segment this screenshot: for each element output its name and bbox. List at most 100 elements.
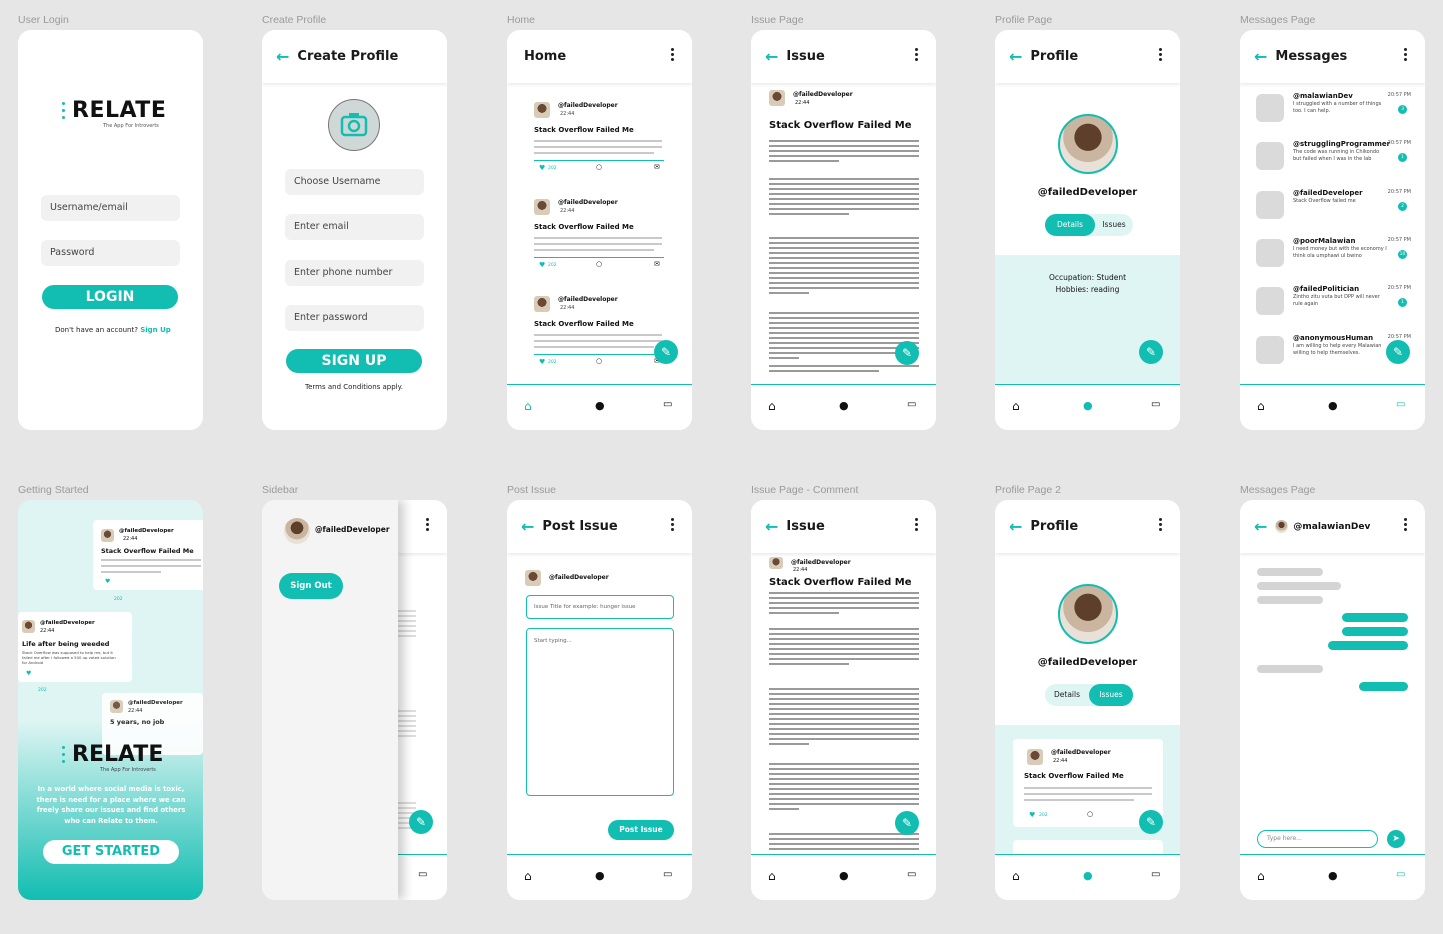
tab-details[interactable]: Details — [1045, 684, 1089, 706]
page-title: Post Issue — [542, 519, 618, 534]
profile-icon[interactable]: ● — [1083, 399, 1093, 412]
incoming-message — [1257, 568, 1323, 576]
back-arrow-icon[interactable]: ← — [1009, 48, 1022, 65]
profile-icon[interactable]: ● — [839, 869, 849, 882]
post-card[interactable]: @failedDeveloper 22:44 Stack Overflow Fa… — [534, 197, 664, 273]
send-icon[interactable]: ➤ — [1387, 830, 1405, 848]
home-icon[interactable]: ⌂ — [1012, 399, 1020, 413]
heart-icon[interactable]: ♥ — [539, 164, 545, 172]
comment-icon[interactable]: ○ — [596, 357, 602, 365]
post-user: @failedDeveloper — [40, 620, 95, 626]
header: ← Profile — [995, 30, 1180, 83]
more-icon[interactable] — [1159, 518, 1162, 532]
profile-icon[interactable]: ● — [595, 869, 605, 882]
home-icon[interactable]: ⌂ — [768, 399, 776, 413]
profile-icon[interactable]: ● — [595, 399, 605, 412]
heart-icon[interactable]: ♥ — [539, 358, 545, 366]
message-thread[interactable]: @malawianDev 20:57 PM I struggled with a n… — [1256, 92, 1411, 132]
more-icon[interactable] — [426, 518, 429, 533]
more-icon[interactable] — [915, 48, 918, 62]
username-field[interactable]: Choose Username — [285, 169, 424, 195]
post-card[interactable]: @failedDeveloper 22:44 Stack Overflow Fa… — [534, 100, 664, 176]
email-field[interactable]: Enter email — [285, 214, 424, 240]
edit-fab-icon[interactable]: ✎ — [409, 810, 433, 834]
messages-icon[interactable]: ▭ — [1151, 869, 1160, 880]
back-arrow-icon[interactable]: ← — [765, 518, 778, 535]
messages-icon[interactable]: ▭ — [907, 869, 916, 880]
messages-icon[interactable]: ▭ — [1396, 399, 1405, 410]
camera-icon — [340, 113, 368, 137]
camera-upload[interactable] — [328, 99, 380, 151]
signup-link[interactable]: Sign Up — [140, 326, 171, 334]
get-started-button[interactable]: GET STARTED — [43, 840, 179, 864]
messages-icon[interactable]: ▭ — [418, 869, 427, 880]
post-issue-button[interactable]: Post Issue — [608, 820, 674, 840]
more-icon[interactable] — [1404, 518, 1407, 532]
heart-icon[interactable]: ♥ — [539, 261, 545, 269]
back-arrow-icon[interactable]: ← — [1009, 518, 1022, 535]
profile-icon[interactable]: ● — [1328, 869, 1338, 882]
signup-button[interactable]: SIGN UP — [286, 349, 422, 373]
back-arrow-icon[interactable]: ← — [276, 48, 289, 65]
message-thread[interactable]: @poorMalawian 20:57 PM I need money but wi… — [1256, 237, 1411, 277]
message-icon[interactable]: ✉ — [654, 163, 660, 171]
tab-issues[interactable]: Issues — [1095, 214, 1133, 236]
login-button[interactable]: LOGIN — [42, 285, 178, 309]
home-icon[interactable]: ⌂ — [524, 869, 532, 883]
edit-fab-icon[interactable]: ✎ — [1139, 810, 1163, 834]
home-icon[interactable]: ⌂ — [524, 399, 532, 413]
messages-icon[interactable]: ▭ — [907, 399, 916, 410]
message-thread[interactable]: @failedPolitician 20:57 PM Zintho zitu vut… — [1256, 285, 1411, 325]
message-icon[interactable]: ✉ — [654, 260, 660, 268]
back-arrow-icon[interactable]: ← — [1254, 48, 1267, 65]
message-thread[interactable]: @failedDeveloper 20:57 PM Stack Overflow f… — [1256, 189, 1411, 229]
post-title: Stack Overflow Failed Me — [534, 320, 634, 328]
post-title: 5 years, no job — [110, 718, 165, 726]
messages-icon[interactable]: ▭ — [1151, 399, 1160, 410]
message-input[interactable]: Type here... — [1257, 830, 1378, 848]
home-icon[interactable]: ⌂ — [1257, 399, 1265, 413]
page-title: Profile — [1030, 49, 1079, 64]
profile-icon[interactable]: ● — [839, 399, 849, 412]
tab-details[interactable]: Details — [1045, 214, 1095, 236]
more-icon[interactable] — [1404, 48, 1407, 62]
password-field[interactable]: Enter password — [285, 305, 424, 331]
edit-fab-icon[interactable]: ✎ — [1139, 340, 1163, 364]
username-input[interactable]: Username/email — [41, 195, 180, 221]
back-arrow-icon[interactable]: ← — [521, 518, 534, 535]
phone-field[interactable]: Enter phone number — [285, 260, 424, 286]
home-icon[interactable]: ⌂ — [1012, 869, 1020, 883]
messages-icon[interactable]: ▭ — [1396, 869, 1405, 880]
back-arrow-icon[interactable]: ← — [765, 48, 778, 65]
edit-fab-icon[interactable]: ✎ — [895, 811, 919, 835]
password-input[interactable]: Password — [41, 240, 180, 266]
comment-icon[interactable]: ○ — [1087, 810, 1093, 818]
bottom-nav: ⌂ ● ▭ — [1240, 384, 1425, 430]
heart-icon[interactable]: ♥ — [1029, 811, 1035, 819]
post-card[interactable]: @failedDeveloper 22:44 Stack Overflow Fa… — [534, 294, 664, 370]
home-icon[interactable]: ⌂ — [1257, 869, 1265, 883]
message-thread[interactable]: @strugglingProgrammer 20:57 PM The code wa… — [1256, 140, 1411, 180]
messages-icon[interactable]: ▭ — [663, 869, 672, 880]
signout-button[interactable]: Sign Out — [279, 573, 343, 599]
edit-fab-icon[interactable]: ✎ — [1386, 340, 1410, 364]
profile-icon[interactable]: ● — [1328, 399, 1338, 412]
thread-preview: I struggled with a number of things too.… — [1293, 101, 1382, 114]
edit-fab-icon[interactable]: ✎ — [895, 341, 919, 365]
comment-icon[interactable]: ○ — [596, 260, 602, 268]
messages-icon[interactable]: ▭ — [663, 399, 672, 410]
outgoing-message — [1342, 627, 1408, 636]
tab-issues[interactable]: Issues — [1089, 684, 1133, 706]
home-icon[interactable]: ⌂ — [768, 869, 776, 883]
comment-icon[interactable]: ○ — [596, 163, 602, 171]
more-icon[interactable] — [1159, 48, 1162, 62]
back-arrow-icon[interactable]: ← — [1254, 518, 1267, 535]
more-icon[interactable] — [671, 48, 674, 62]
issue-title-input[interactable]: Issue Title for example: hunger issue — [526, 595, 674, 619]
issue-body-textarea[interactable]: Start typing... — [526, 628, 674, 796]
more-icon[interactable] — [671, 518, 674, 532]
unread-badge: 3 — [1398, 105, 1407, 114]
profile-icon[interactable]: ● — [1083, 869, 1093, 882]
edit-fab-icon[interactable]: ✎ — [654, 340, 678, 364]
more-icon[interactable] — [915, 518, 918, 532]
